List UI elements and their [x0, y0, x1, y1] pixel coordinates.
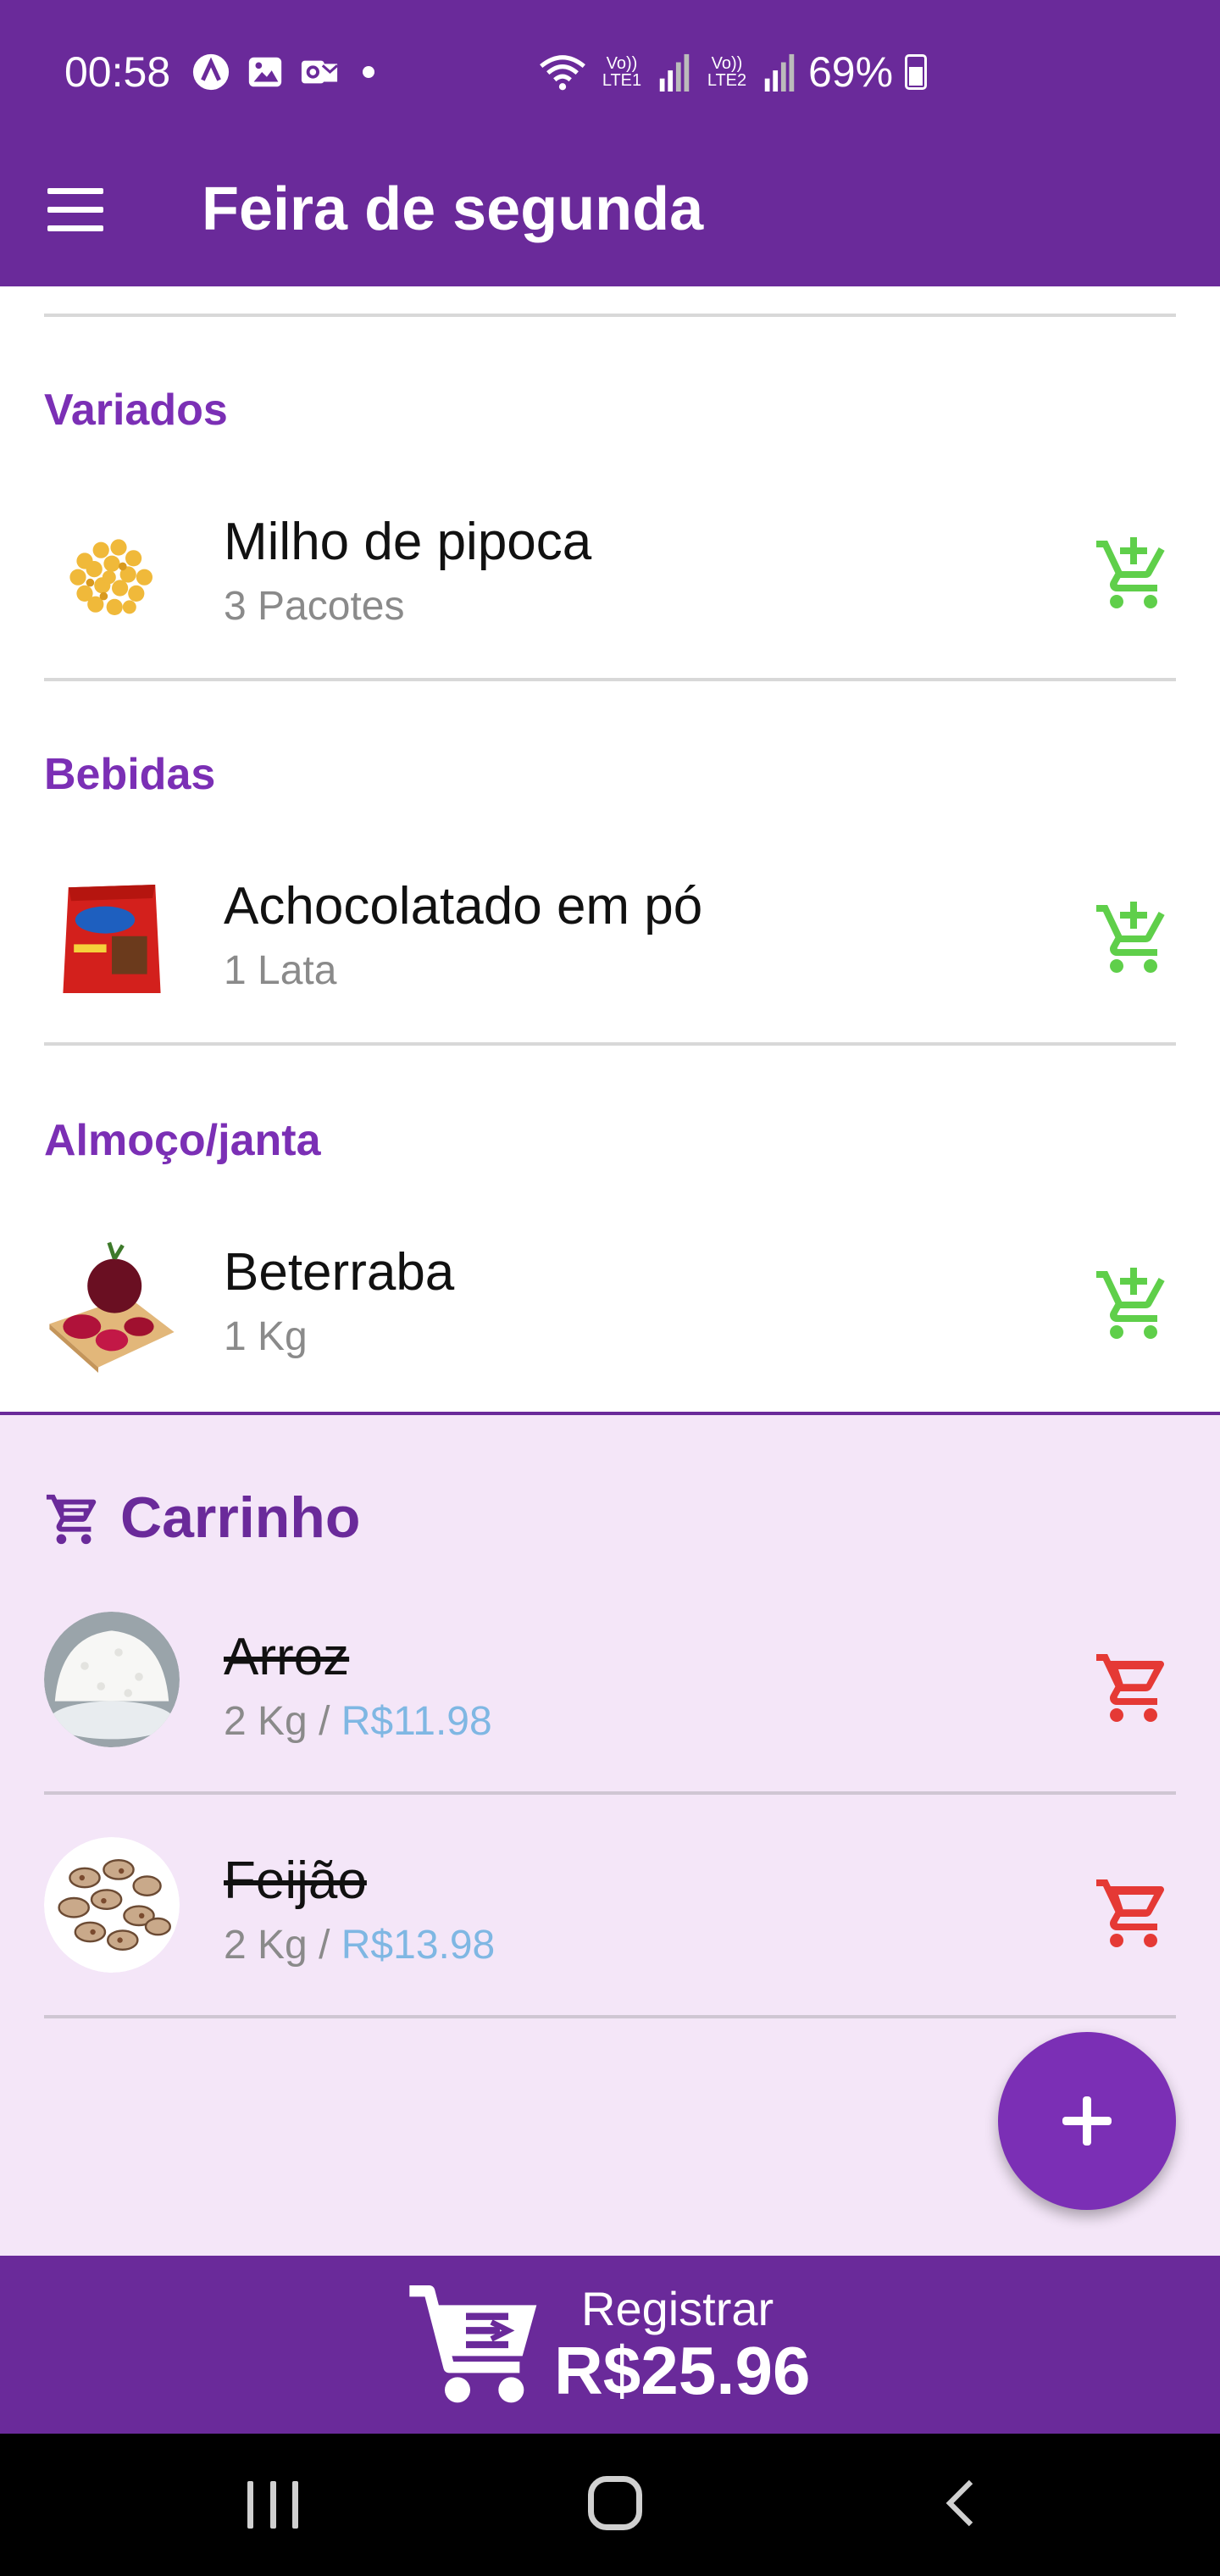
app-bar: Feira de segunda	[0, 144, 1220, 286]
add-to-cart-icon[interactable]	[1093, 534, 1174, 615]
divider	[44, 314, 1176, 317]
separator: /	[307, 1699, 341, 1744]
cart-checkout-icon	[409, 2285, 537, 2403]
status-bar: 00:58 Vo)) LTE1 Vo)) LTE2 69%	[0, 0, 1220, 144]
rice-bowl-image	[44, 1612, 180, 1747]
section-title-variados: Variados	[44, 386, 228, 435]
item-quantity: 3 Pacotes	[224, 584, 405, 629]
wifi-icon	[540, 55, 585, 91]
app-notification-icon	[192, 53, 230, 91]
back-icon[interactable]	[937, 2478, 988, 2529]
menu-icon[interactable]	[47, 188, 107, 239]
cart-item-name: Feijão	[224, 1852, 367, 1910]
separator: /	[307, 1923, 341, 1968]
battery-percent: 69%	[808, 48, 894, 96]
more-notifications-dot	[363, 66, 374, 78]
item-quantity: 1 Kg	[224, 1314, 308, 1359]
cart-icon	[46, 1494, 97, 1545]
beans-image	[44, 1837, 180, 1973]
gallery-icon	[248, 57, 282, 87]
home-icon[interactable]	[588, 2476, 642, 2530]
cart-item-details: 2 Kg / R$11.98	[224, 1698, 492, 1745]
signal-icon-1	[659, 53, 690, 92]
cart-title: Carrinho	[120, 1485, 361, 1550]
remove-from-cart-icon[interactable]	[1093, 1873, 1174, 1954]
page-title: Feira de segunda	[202, 175, 704, 243]
item-name: Milho de pipoca	[224, 513, 592, 571]
cart-item-quantity: 2 Kg	[224, 1699, 308, 1744]
popcorn-kernels-image	[69, 539, 152, 615]
add-to-cart-icon[interactable]	[1093, 898, 1174, 980]
cart-item-price: R$13.98	[341, 1923, 496, 1968]
system-icons: Vo)) LTE1 Vo)) LTE2 69%	[539, 47, 928, 97]
cart-item-details: 2 Kg / R$13.98	[224, 1922, 495, 1968]
sim1-label: Vo)) LTE1	[602, 54, 642, 90]
remove-from-cart-icon[interactable]	[1093, 1647, 1174, 1729]
shopping-list: Variados Milho de pipoca 3 Pacotes Bebid…	[0, 286, 1220, 1413]
sim2-label: Vo)) LTE2	[707, 54, 747, 90]
divider	[44, 2015, 1176, 2018]
cart-item-price: R$11.98	[341, 1699, 492, 1744]
add-item-fab[interactable]	[998, 2032, 1176, 2210]
beetroot-image	[49, 1241, 175, 1373]
cart-item-quantity: 2 Kg	[224, 1923, 308, 1968]
status-time: 00:58	[64, 48, 171, 96]
item-name: Achocolatado em pó	[224, 877, 703, 935]
system-nav-bar	[0, 2434, 1220, 2576]
register-total: R$25.96	[554, 2333, 811, 2408]
divider	[44, 1042, 1176, 1046]
cart-item-name: Arroz	[224, 1628, 350, 1686]
item-name: Beterraba	[224, 1243, 455, 1302]
recent-apps-icon[interactable]	[247, 2481, 298, 2529]
battery-icon	[905, 54, 928, 90]
add-to-cart-icon[interactable]	[1093, 1264, 1174, 1346]
notification-icons	[191, 53, 374, 92]
register-label: Registrar	[581, 2282, 774, 2335]
section-title-bebidas: Bebidas	[44, 750, 216, 799]
divider	[44, 678, 1176, 681]
chocolate-powder-image	[63, 885, 161, 993]
section-title-almoco-janta: Almoço/janta	[44, 1116, 321, 1165]
item-quantity: 1 Lata	[224, 948, 337, 993]
outlook-icon	[301, 60, 339, 84]
divider	[44, 1791, 1176, 1795]
register-button[interactable]: Registrar R$25.96	[0, 2256, 1220, 2434]
signal-icon-2	[764, 53, 795, 92]
